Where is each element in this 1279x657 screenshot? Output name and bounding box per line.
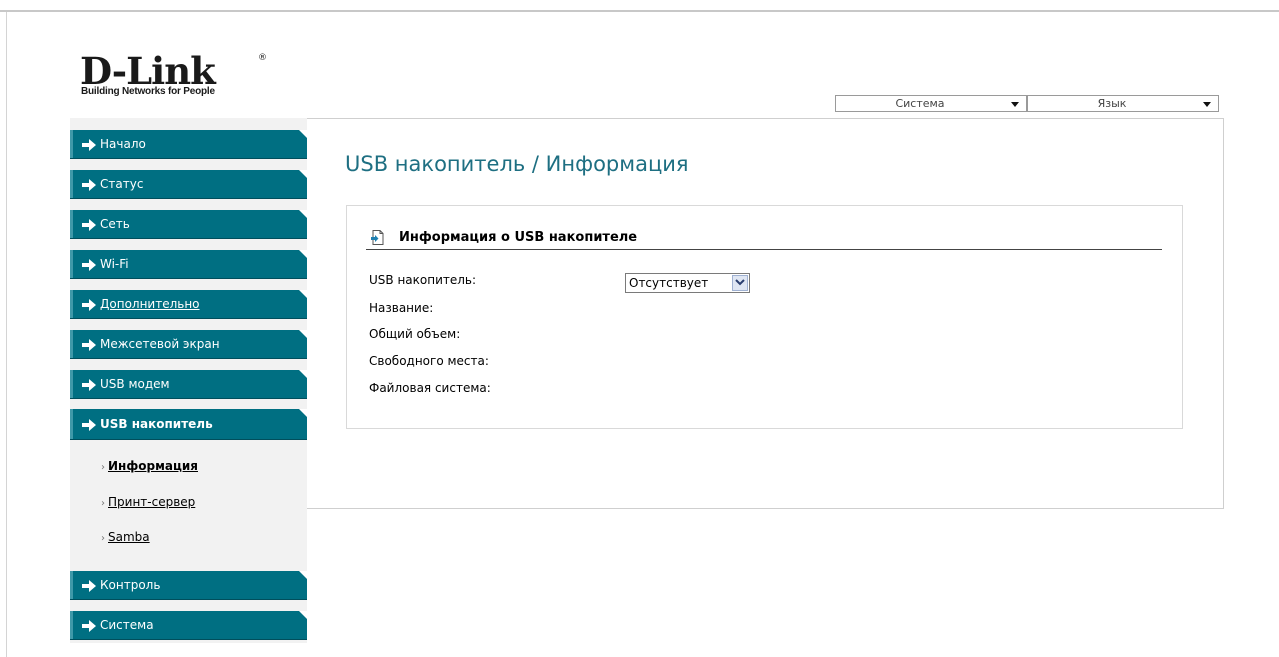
language-select[interactable]: Язык <box>1027 95 1219 112</box>
left-divider <box>6 12 7 657</box>
system-menu-select[interactable]: Система <box>835 95 1027 112</box>
chevron-down-icon <box>1203 102 1211 107</box>
submenu-item-samba[interactable]: › Samba <box>101 530 150 544</box>
bullet-icon: › <box>101 462 105 473</box>
top-divider <box>0 10 1279 12</box>
sidebar-item-advanced[interactable]: Дополнительно <box>70 290 307 319</box>
arrow-right-icon <box>82 620 96 632</box>
arrow-right-icon <box>82 379 96 391</box>
submenu-item-label: Информация <box>108 459 198 473</box>
arrow-right-icon <box>82 339 96 351</box>
submenu-item-print-server[interactable]: › Принт-сервер <box>101 495 195 509</box>
sidebar-item-label: Сеть <box>100 217 130 231</box>
arrow-right-icon <box>82 219 96 231</box>
submenu-item-info[interactable]: › Информация <box>101 459 198 473</box>
arrow-right-icon <box>82 299 96 311</box>
sidebar-item-label: Начало <box>100 137 146 151</box>
submenu-item-label: Samba <box>108 530 150 544</box>
sidebar-item-usb-storage[interactable]: USB накопитель <box>70 409 307 440</box>
sidebar-item-label: USB модем <box>100 377 170 391</box>
section-divider <box>366 249 1162 250</box>
sidebar-item-label: Статус <box>100 177 144 191</box>
sidebar-item-label: Межсетевой экран <box>100 337 220 351</box>
sidebar-item-control[interactable]: Контроль <box>70 571 307 600</box>
sidebar-item-label: Контроль <box>100 578 161 592</box>
sidebar-item-firewall[interactable]: Межсетевой экран <box>70 330 307 359</box>
chevron-down-icon <box>1011 102 1019 107</box>
sidebar-item-home[interactable]: Начало <box>70 130 307 159</box>
chevron-down-icon <box>732 275 748 291</box>
bullet-icon: › <box>101 533 105 544</box>
arrow-right-icon <box>82 179 96 191</box>
page-title: USB накопитель / Информация <box>345 152 689 176</box>
system-menu-label: Система <box>895 97 945 110</box>
sidebar-item-wifi[interactable]: Wi-Fi <box>70 250 307 279</box>
logo-trademark: ® <box>258 53 267 63</box>
sidebar-item-usb-modem[interactable]: USB модем <box>70 370 307 399</box>
arrow-right-icon <box>82 139 96 151</box>
arrow-right-icon <box>82 259 96 271</box>
usb-storage-select[interactable]: Отсутствует <box>625 273 750 293</box>
name-label: Название: <box>369 301 434 315</box>
total-size-label: Общий объем: <box>369 327 461 341</box>
sidebar-item-label: Wi-Fi <box>100 257 129 271</box>
sidebar-item-label: Система <box>100 618 154 632</box>
arrow-right-icon <box>82 580 96 592</box>
usb-storage-label: USB накопитель: <box>369 273 477 287</box>
logo-wordmark: D-Link <box>80 49 216 93</box>
section-title: Информация о USB накопителе <box>399 230 638 245</box>
file-system-label: Файловая система: <box>369 381 491 395</box>
free-space-label: Свободного места: <box>369 354 489 368</box>
sidebar-item-network[interactable]: Сеть <box>70 210 307 239</box>
language-label: Язык <box>1097 97 1127 110</box>
sidebar-item-label: Дополнительно <box>100 297 200 311</box>
logo-tagline: Building Networks for People <box>81 86 215 97</box>
sidebar-item-label: USB накопитель <box>100 417 213 431</box>
arrow-right-icon <box>82 419 96 431</box>
page-arrow-icon <box>371 230 384 245</box>
bullet-icon: › <box>101 498 105 509</box>
sidebar-item-status[interactable]: Статус <box>70 170 307 199</box>
submenu-item-label: Принт-сервер <box>108 495 196 509</box>
sidebar-item-system[interactable]: Система <box>70 611 307 640</box>
usb-storage-value: Отсутствует <box>629 276 709 290</box>
dlink-logo: D-Link ® Building Networks for People <box>80 53 270 103</box>
